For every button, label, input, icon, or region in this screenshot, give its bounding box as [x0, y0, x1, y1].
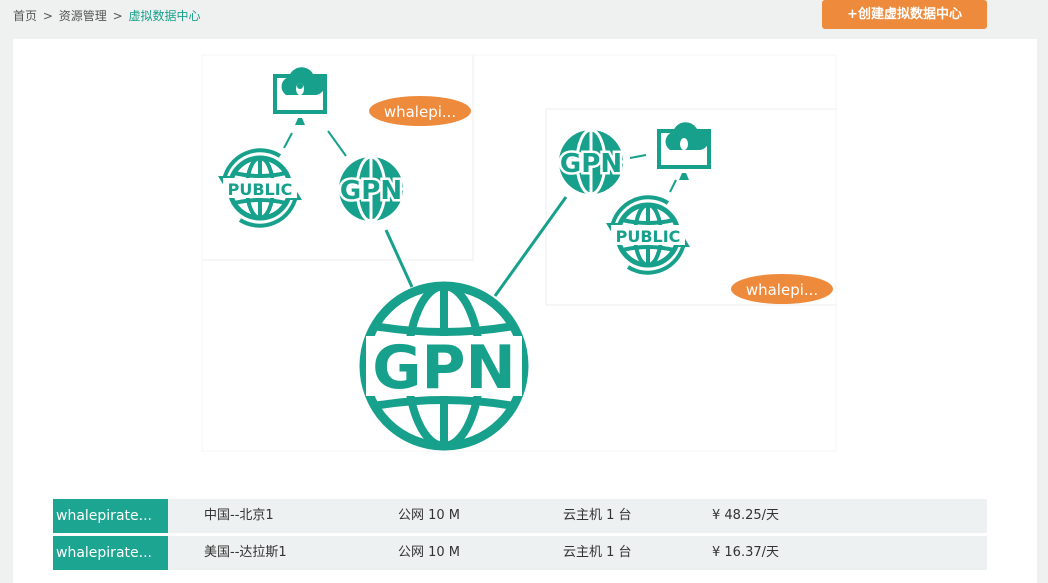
- datacenter-bandwidth: 公网 10 M: [398, 545, 461, 560]
- datacenter-region: 中国--北京1: [204, 508, 274, 523]
- globe-icon: PUBLIC: [611, 205, 685, 265]
- link-line: [384, 229, 414, 288]
- datacenter-price: ¥ 48.25/天: [712, 508, 779, 523]
- datacenter-hosts: 云主机 1 台: [563, 508, 632, 523]
- badge-label: whalepi...: [746, 281, 818, 299]
- datacenter-hosts: 云主机 1 台: [563, 545, 632, 560]
- cloud-monitor-icon: [273, 65, 328, 127]
- penguin-icon: [297, 83, 303, 89]
- link-line: [327, 130, 347, 157]
- owner-badge[interactable]: whalepi...: [731, 274, 833, 304]
- link-line: [493, 196, 568, 297]
- datacenter-row[interactable]: whalepirate... 中国--北京1 公网 10 M 云主机 1 台 ¥…: [53, 499, 987, 533]
- gpn-label: GPN: [560, 149, 622, 179]
- datacenter-row[interactable]: whalepirate... 美国--达拉斯1 公网 10 M 云主机 1 台 …: [53, 536, 987, 570]
- center-gpn-label: GPN: [372, 333, 515, 403]
- globe-icon: GPN: [337, 155, 405, 223]
- datacenter-name[interactable]: whalepirate...: [53, 499, 168, 533]
- datacenter-price: ¥ 16.37/天: [712, 545, 779, 560]
- public-label: PUBLIC: [616, 227, 681, 246]
- owner-badge[interactable]: whalepi...: [369, 96, 471, 126]
- globe-icon: PUBLIC: [223, 158, 297, 218]
- link-line: [669, 179, 677, 193]
- badge-label: whalepi...: [384, 103, 456, 121]
- network-topology-diagram: PUBLIC GPN whalepi... GPN PUBLIC whalepi…: [201, 54, 837, 452]
- datacenter-name[interactable]: whalepirate...: [53, 536, 168, 570]
- link-line: [629, 154, 647, 159]
- datacenter-list: whalepirate... 中国--北京1 公网 10 M 云主机 1 台 ¥…: [53, 499, 987, 573]
- left-cluster-box: [201, 54, 474, 261]
- cloud-monitor-icon: [657, 120, 712, 182]
- gpn-label: GPN: [340, 176, 402, 206]
- public-label: PUBLIC: [228, 180, 293, 199]
- link-line: [283, 132, 293, 149]
- globe-icon: GPN: [557, 128, 625, 196]
- datacenter-region: 美国--达拉斯1: [204, 545, 287, 560]
- datacenter-bandwidth: 公网 10 M: [398, 508, 461, 523]
- globe-icon: GPN: [359, 281, 529, 451]
